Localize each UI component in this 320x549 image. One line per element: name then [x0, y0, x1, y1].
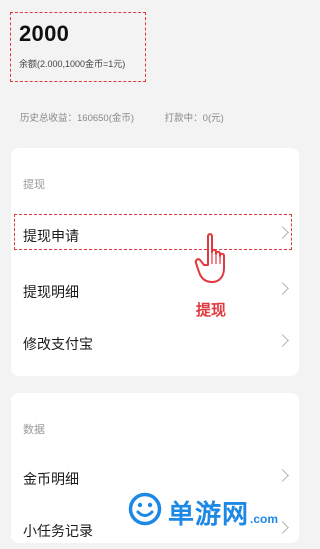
watermark-suffix: .com — [250, 512, 279, 526]
balance-value: 2000 — [19, 21, 70, 46]
balance-highlight-box: 2000 余额(2.000,1000金币=1元) — [10, 12, 146, 82]
menu-item-label: 小任务记录 — [23, 523, 93, 539]
smiley-logo-icon — [128, 492, 162, 526]
stats-row: 历史总收益：160650(金币) 打款中：0(元) — [20, 110, 224, 124]
menu-item-coin-details[interactable]: 金币明细 — [11, 457, 299, 497]
menu-item-label: 修改支付宝 — [23, 336, 93, 352]
annotation-caption: 提现 — [196, 302, 227, 319]
data-section-title: 数据 — [23, 424, 45, 436]
chevron-right-icon — [276, 282, 289, 295]
watermark-main: 单游网 — [168, 499, 250, 529]
menu-item-label: 金币明细 — [23, 471, 79, 487]
menu-item-label: 提现明细 — [23, 284, 79, 300]
total-earnings: 历史总收益：160650(金币) — [20, 113, 135, 124]
pointing-hand-icon — [194, 233, 225, 283]
pending-payout: 打款中：0(元) — [164, 113, 224, 124]
watermark: 单游网.com — [128, 492, 298, 531]
withdraw-section-title: 提现 — [23, 179, 45, 191]
withdraw-card: 提现 提现申请 提现明细 修改支付宝 — [11, 148, 299, 376]
chevron-right-icon — [276, 334, 289, 347]
menu-item-change-alipay[interactable]: 修改支付宝 — [11, 322, 299, 362]
chevron-right-icon — [276, 469, 289, 482]
balance-note: 余额(2.000,1000金币=1元) — [19, 59, 126, 69]
watermark-text: 单游网.com — [168, 494, 278, 531]
withdraw-apply-highlight-box — [14, 214, 292, 250]
menu-item-withdraw-details[interactable]: 提现明细 — [11, 270, 299, 310]
